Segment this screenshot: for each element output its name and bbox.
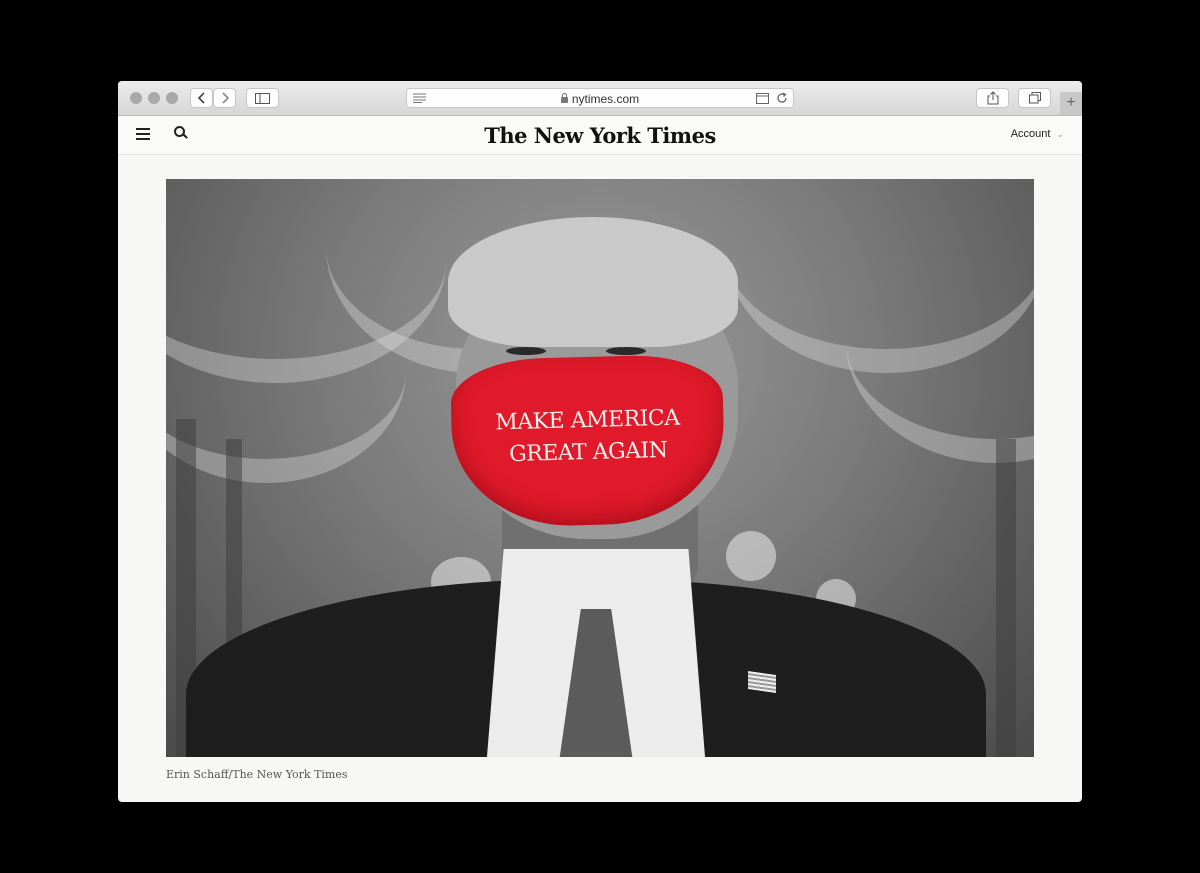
reload-icon[interactable] [776, 92, 788, 104]
right-eye [606, 347, 646, 355]
chevron-left-icon [197, 92, 205, 104]
new-tab-button[interactable]: + [1060, 92, 1082, 115]
forward-button[interactable] [213, 88, 236, 108]
plus-icon: + [1066, 94, 1076, 111]
zoom-window-button[interactable] [166, 92, 178, 104]
lock-icon [560, 93, 568, 103]
sidebar-icon [255, 92, 270, 104]
share-icon [987, 91, 998, 105]
sidebar-button[interactable] [246, 88, 279, 108]
hair [448, 217, 738, 347]
address-bar[interactable]: nytimes.com [406, 88, 794, 108]
url-text: nytimes.com [571, 92, 640, 106]
chevron-right-icon [221, 92, 229, 104]
tabs-button[interactable] [1018, 88, 1051, 108]
photo-credit: Erin Schaff/The New York Times [166, 768, 348, 781]
article-photo: MAKE AMERICA GREAT AGAIN [166, 179, 1034, 757]
flag-pin-icon [748, 671, 776, 693]
mask-text-line-2: GREAT AGAIN [508, 437, 668, 468]
left-eye [506, 347, 546, 355]
url-display: nytimes.com [407, 92, 793, 106]
back-button[interactable] [190, 88, 213, 108]
browser-toolbar: nytimes.com + [118, 81, 1082, 116]
site-header: The New York Times Account ⌄ [118, 116, 1082, 155]
minimize-window-button[interactable] [148, 92, 160, 104]
browser-window: nytimes.com + The New York Times Account… [118, 81, 1082, 802]
site-logo[interactable]: The New York Times [118, 123, 1082, 148]
tab-overview-icon[interactable] [756, 93, 769, 104]
tabs-icon [1028, 92, 1041, 104]
account-label: Account [1010, 128, 1051, 140]
close-window-button[interactable] [130, 92, 142, 104]
chevron-down-icon: ⌄ [1056, 129, 1064, 139]
share-button[interactable] [976, 88, 1009, 108]
mask-text-line-1: MAKE AMERICA [494, 405, 680, 436]
account-menu[interactable]: Account ⌄ [1011, 128, 1064, 140]
